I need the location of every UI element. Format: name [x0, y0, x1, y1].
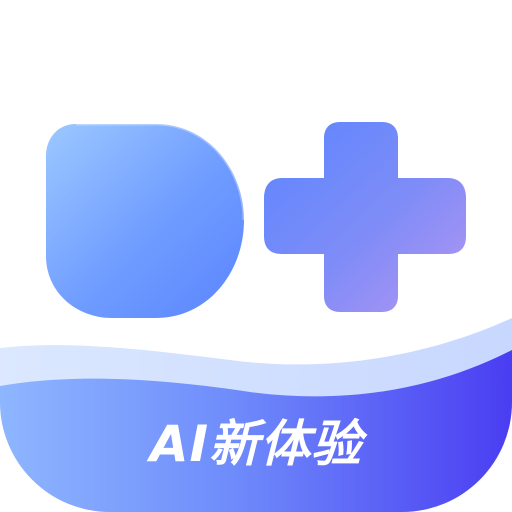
d-letter-icon: [46, 124, 244, 318]
app-icon-canvas: AI新体验: [0, 0, 512, 512]
banner-slogan: AI新体验: [149, 415, 363, 473]
